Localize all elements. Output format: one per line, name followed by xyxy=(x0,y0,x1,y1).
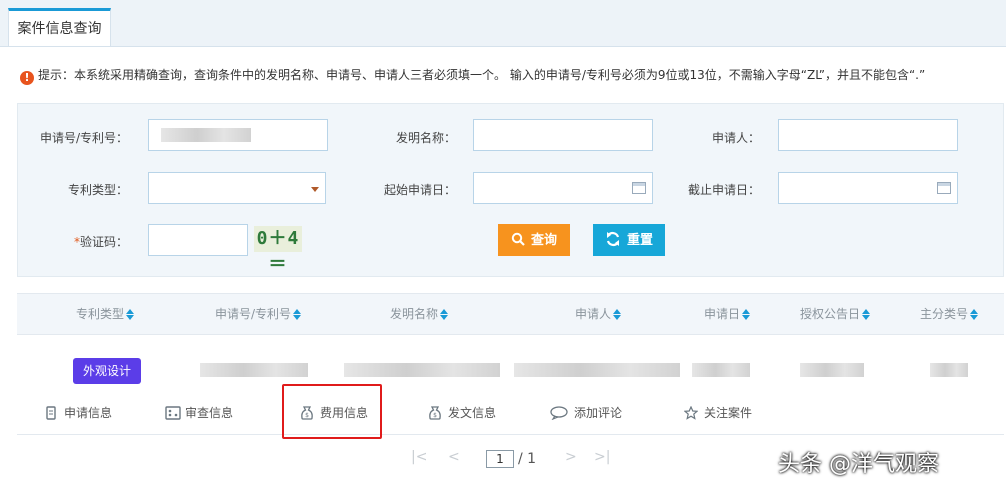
captcha-image[interactable]: 0＋4＝ xyxy=(254,226,302,275)
sort-icon xyxy=(862,309,871,320)
page-number-input[interactable]: 1 xyxy=(486,450,514,468)
column-header[interactable]: 申请人 xyxy=(575,294,622,334)
search-icon xyxy=(511,224,525,256)
sort-icon xyxy=(970,309,979,320)
sort-icon xyxy=(742,309,751,320)
pager-last[interactable]: >| xyxy=(594,449,610,465)
action-add-comment[interactable]: 添加评论 xyxy=(550,404,622,422)
highlight-box xyxy=(282,384,382,439)
money-bag-icon: $ xyxy=(428,406,442,420)
page-total: / 1 xyxy=(518,451,537,467)
dice-icon xyxy=(165,406,181,420)
action-notice-info[interactable]: $ 发文信息 xyxy=(428,404,496,422)
action-application-info[interactable]: 申请信息 xyxy=(44,404,112,422)
svg-text:$: $ xyxy=(433,412,437,419)
reset-button[interactable]: 重置 xyxy=(593,224,665,256)
invention-name-label: 发明名称： xyxy=(395,131,456,145)
chevron-down-icon xyxy=(311,187,319,192)
end-date-label: 截止申请日： xyxy=(687,183,760,197)
table-header: 专利类型 申请号/专利号 发明名称 申请人 申请日 授权公告日 主分类号 xyxy=(17,293,1004,335)
captcha-input[interactable] xyxy=(148,224,248,256)
applicant-label: 申请人： xyxy=(711,131,760,145)
start-date-label: 起始申请日： xyxy=(383,183,456,197)
notice-bar: ! 提示：本系统采用精确查询，查询条件中的发明名称、申请号、申请人三者必须填一个。… xyxy=(20,66,926,85)
action-follow-case[interactable]: 关注案件 xyxy=(683,404,752,422)
sort-icon xyxy=(440,309,449,320)
column-header[interactable]: 发明名称 xyxy=(390,294,449,334)
watermark: 头条 @洋气观察 xyxy=(778,452,939,477)
calendar-icon[interactable] xyxy=(937,182,951,194)
case-actions: 申请信息 审查信息 $ 费用信息 $ 发文信息 添加评论 关注案件 xyxy=(17,394,1004,435)
document-icon xyxy=(44,406,58,420)
sort-icon xyxy=(293,309,302,320)
applicant-input[interactable] xyxy=(778,119,958,151)
column-header[interactable]: 专利类型 xyxy=(76,294,135,334)
blurred-grant-date xyxy=(800,363,864,377)
warning-icon: ! xyxy=(20,71,34,85)
sort-icon xyxy=(613,309,622,320)
column-header[interactable]: 授权公告日 xyxy=(800,294,871,334)
comment-icon xyxy=(550,406,568,421)
notice-text: 提示：本系统采用精确查询，查询条件中的发明名称、申请号、申请人三者必须填一个。 … xyxy=(38,68,926,82)
blurred-class-no xyxy=(930,363,968,377)
patent-type-badge: 外观设计 xyxy=(73,358,141,384)
patent-type-select[interactable] xyxy=(148,172,326,204)
tab-case-info-query[interactable]: 案件信息查询 xyxy=(8,8,111,46)
calendar-icon[interactable] xyxy=(632,182,646,194)
patent-type-label: 专利类型： xyxy=(67,183,128,197)
blurred-invention-name xyxy=(344,363,500,377)
refresh-icon xyxy=(605,224,621,256)
app-no-input[interactable] xyxy=(148,119,328,151)
end-date-input[interactable] xyxy=(778,172,958,204)
captcha-label: *验证码： xyxy=(73,235,128,249)
pager-prev[interactable]: < xyxy=(448,449,460,465)
blurred-value xyxy=(161,128,251,142)
blurred-applicant xyxy=(514,363,680,377)
column-header[interactable]: 申请日 xyxy=(704,294,751,334)
tab-bar: 案件信息查询 xyxy=(0,0,1006,47)
pager-next[interactable]: > xyxy=(565,449,577,465)
blurred-app-date xyxy=(692,363,750,377)
app-no-label: 申请号/专利号： xyxy=(39,131,128,145)
invention-name-input[interactable] xyxy=(473,119,653,151)
column-header[interactable]: 申请号/专利号 xyxy=(215,294,302,334)
column-header[interactable]: 主分类号 xyxy=(920,294,979,334)
search-button[interactable]: 查询 xyxy=(498,224,570,256)
start-date-input[interactable] xyxy=(473,172,653,204)
star-icon xyxy=(683,405,699,420)
pager-first[interactable]: |< xyxy=(411,449,427,465)
action-examination-info[interactable]: 审查信息 xyxy=(165,404,233,422)
blurred-app-no xyxy=(200,363,308,377)
sort-icon xyxy=(126,309,135,320)
